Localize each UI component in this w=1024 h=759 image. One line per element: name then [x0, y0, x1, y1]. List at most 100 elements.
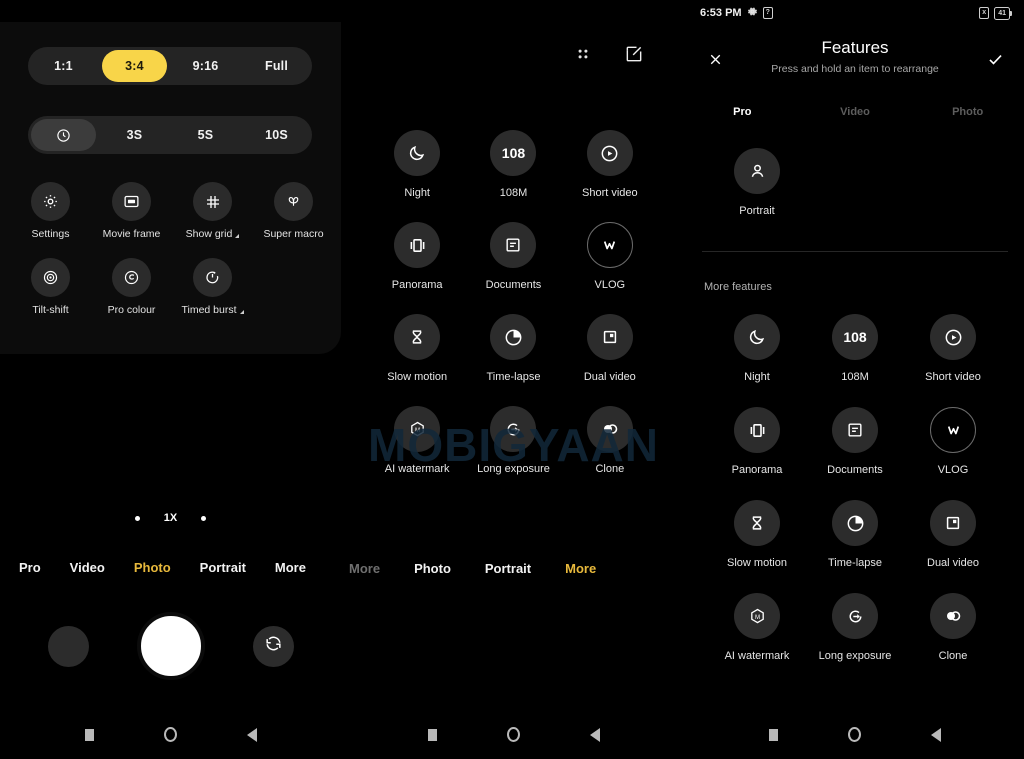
feature-ai-watermark[interactable]: M AI watermark — [369, 406, 465, 475]
zoom-dot-left[interactable] — [134, 515, 140, 521]
capture-controls — [0, 612, 341, 680]
timer-option-3s[interactable]: 3S — [102, 119, 167, 151]
feature-portrait[interactable]: Portrait — [708, 148, 806, 217]
features-tab-bar[interactable]: Pro Video Photo — [686, 106, 1024, 118]
zoom-level-value[interactable]: 1X — [164, 512, 177, 524]
feature-short-video[interactable]: Short video — [562, 130, 658, 199]
back-triangle-icon[interactable] — [931, 727, 941, 742]
tool-pro-colour[interactable]: Pro colour — [91, 258, 172, 316]
tab-photo[interactable]: Photo — [911, 106, 1024, 118]
home-circle-icon[interactable] — [163, 727, 177, 742]
tool-timed-burst[interactable]: Timed burst — [172, 258, 253, 316]
mode-pro[interactable]: Pro — [19, 560, 41, 575]
edit-square-icon[interactable] — [624, 44, 644, 69]
home-circle-icon[interactable] — [848, 727, 861, 742]
shutter-button[interactable] — [136, 612, 205, 680]
recents-square-icon[interactable] — [427, 728, 437, 741]
tool-settings[interactable]: Settings — [10, 182, 91, 240]
timer-selector[interactable]: 3S 5S 10S — [28, 116, 312, 154]
more-features-section-label: More features — [704, 281, 772, 293]
mode-photo[interactable]: Photo — [134, 560, 171, 575]
recents-square-icon[interactable] — [769, 728, 778, 741]
back-triangle-icon[interactable] — [589, 727, 600, 742]
recents-square-icon[interactable] — [84, 728, 94, 741]
more-features-grid: Night 108 108M Short video Panorama Docu… — [341, 130, 686, 475]
feature-108m[interactable]: 108 108M — [465, 130, 561, 199]
tool-movie-frame[interactable]: Movie frame — [91, 182, 172, 240]
feature-label-clone: Clone — [595, 463, 625, 475]
feature-slow-motion[interactable]: Slow motion — [708, 500, 806, 569]
gallery-thumbnail-button[interactable] — [47, 625, 89, 667]
feature-panorama[interactable]: Panorama — [369, 222, 465, 291]
tool-label-movie-frame: Movie frame — [102, 228, 161, 240]
gear-icon — [747, 6, 758, 20]
status-bar-right: x 41 — [979, 6, 1012, 20]
apps-grid-icon[interactable] — [573, 44, 593, 69]
status-bar: 6:53 PM ? x 41 — [686, 0, 1024, 26]
aspect-option-1-1[interactable]: 1:1 — [31, 50, 96, 82]
clone-icon — [586, 406, 633, 452]
feature-108m[interactable]: 108 108M — [806, 314, 904, 383]
aspect-option-full[interactable]: Full — [244, 50, 309, 82]
feature-short-video[interactable]: Short video — [904, 314, 1002, 383]
feature-night[interactable]: Night — [369, 130, 465, 199]
mid-mode-photo[interactable]: Photo — [414, 561, 451, 576]
mid-mode-portrait[interactable]: Portrait — [485, 561, 531, 576]
feature-vlog[interactable]: VLOG — [904, 407, 1002, 476]
android-navigation-bars — [0, 710, 1024, 759]
tool-label-pro-colour: Pro colour — [107, 304, 156, 316]
mode-more[interactable]: More — [275, 560, 306, 575]
mode-video[interactable]: Video — [70, 560, 105, 575]
home-circle-icon[interactable] — [506, 727, 520, 742]
feature-long-exposure[interactable]: Long exposure — [465, 406, 561, 475]
document-icon — [832, 407, 878, 453]
mid-mode-more-cutoff[interactable]: More — [349, 561, 380, 576]
mode-portrait[interactable]: Portrait — [200, 560, 246, 575]
aspect-option-9-16[interactable]: 9:16 — [173, 50, 238, 82]
close-x-icon[interactable] — [700, 44, 730, 74]
timer-option-10s[interactable]: 10S — [244, 119, 309, 151]
mid-camera-mode-bar[interactable]: More Photo Portrait More — [341, 561, 686, 576]
feature-vlog[interactable]: VLOG — [562, 222, 658, 291]
feature-dual-video[interactable]: Dual video — [904, 500, 1002, 569]
features-header-text: Features Press and hold an item to rearr… — [730, 38, 980, 75]
timer-option-off[interactable] — [31, 119, 96, 151]
feature-dual-video[interactable]: Dual video — [562, 314, 658, 383]
aspect-ratio-selector[interactable]: 1:1 3:4 9:16 Full — [28, 47, 312, 85]
zoom-selector[interactable]: 1X — [0, 512, 341, 524]
feature-long-exposure[interactable]: Long exposure — [806, 593, 904, 662]
tool-super-macro[interactable]: Super macro — [253, 182, 334, 240]
tool-show-grid[interactable]: Show grid — [172, 182, 253, 240]
back-triangle-icon[interactable] — [246, 727, 257, 742]
feature-label-time-lapse: Time-lapse — [828, 557, 882, 569]
tool-tilt-shift[interactable]: Tilt-shift — [10, 258, 91, 316]
feature-slow-motion[interactable]: Slow motion — [369, 314, 465, 383]
aspect-option-3-4[interactable]: 3:4 — [102, 50, 167, 82]
feature-label-long-exposure: Long exposure — [477, 463, 550, 475]
feature-documents[interactable]: Documents — [806, 407, 904, 476]
dual-video-icon — [930, 500, 976, 546]
feature-documents[interactable]: Documents — [465, 222, 561, 291]
camera-mode-bar[interactable]: Pro Video Photo Portrait More — [0, 560, 341, 575]
current-features-section: Portrait — [686, 148, 1024, 217]
feature-time-lapse[interactable]: Time-lapse — [465, 314, 561, 383]
zoom-dot-right[interactable] — [201, 515, 207, 521]
expand-caret-icon — [235, 234, 240, 238]
hourglass-icon — [394, 314, 441, 360]
flip-camera-button[interactable] — [252, 625, 294, 667]
feature-time-lapse[interactable]: Time-lapse — [806, 500, 904, 569]
feature-night[interactable]: Night — [708, 314, 806, 383]
feature-clone[interactable]: Clone — [904, 593, 1002, 662]
feature-clone[interactable]: Clone — [562, 406, 658, 475]
tab-video[interactable]: Video — [799, 106, 912, 118]
tab-pro[interactable]: Pro — [686, 106, 799, 118]
feature-panorama[interactable]: Panorama — [708, 407, 806, 476]
108-text-icon: 108 — [832, 314, 878, 360]
page-title: Features — [821, 38, 889, 57]
timer-option-5s[interactable]: 5S — [173, 119, 238, 151]
tool-label-timed-burst: Timed burst — [181, 304, 244, 316]
left-phone-camera-screen: 1:1 3:4 9:16 Full 3S 5S 10S Settings Mov… — [0, 0, 341, 759]
check-icon[interactable] — [980, 44, 1010, 74]
feature-ai-watermark[interactable]: M AI watermark — [708, 593, 806, 662]
mid-mode-more[interactable]: More — [565, 561, 596, 576]
